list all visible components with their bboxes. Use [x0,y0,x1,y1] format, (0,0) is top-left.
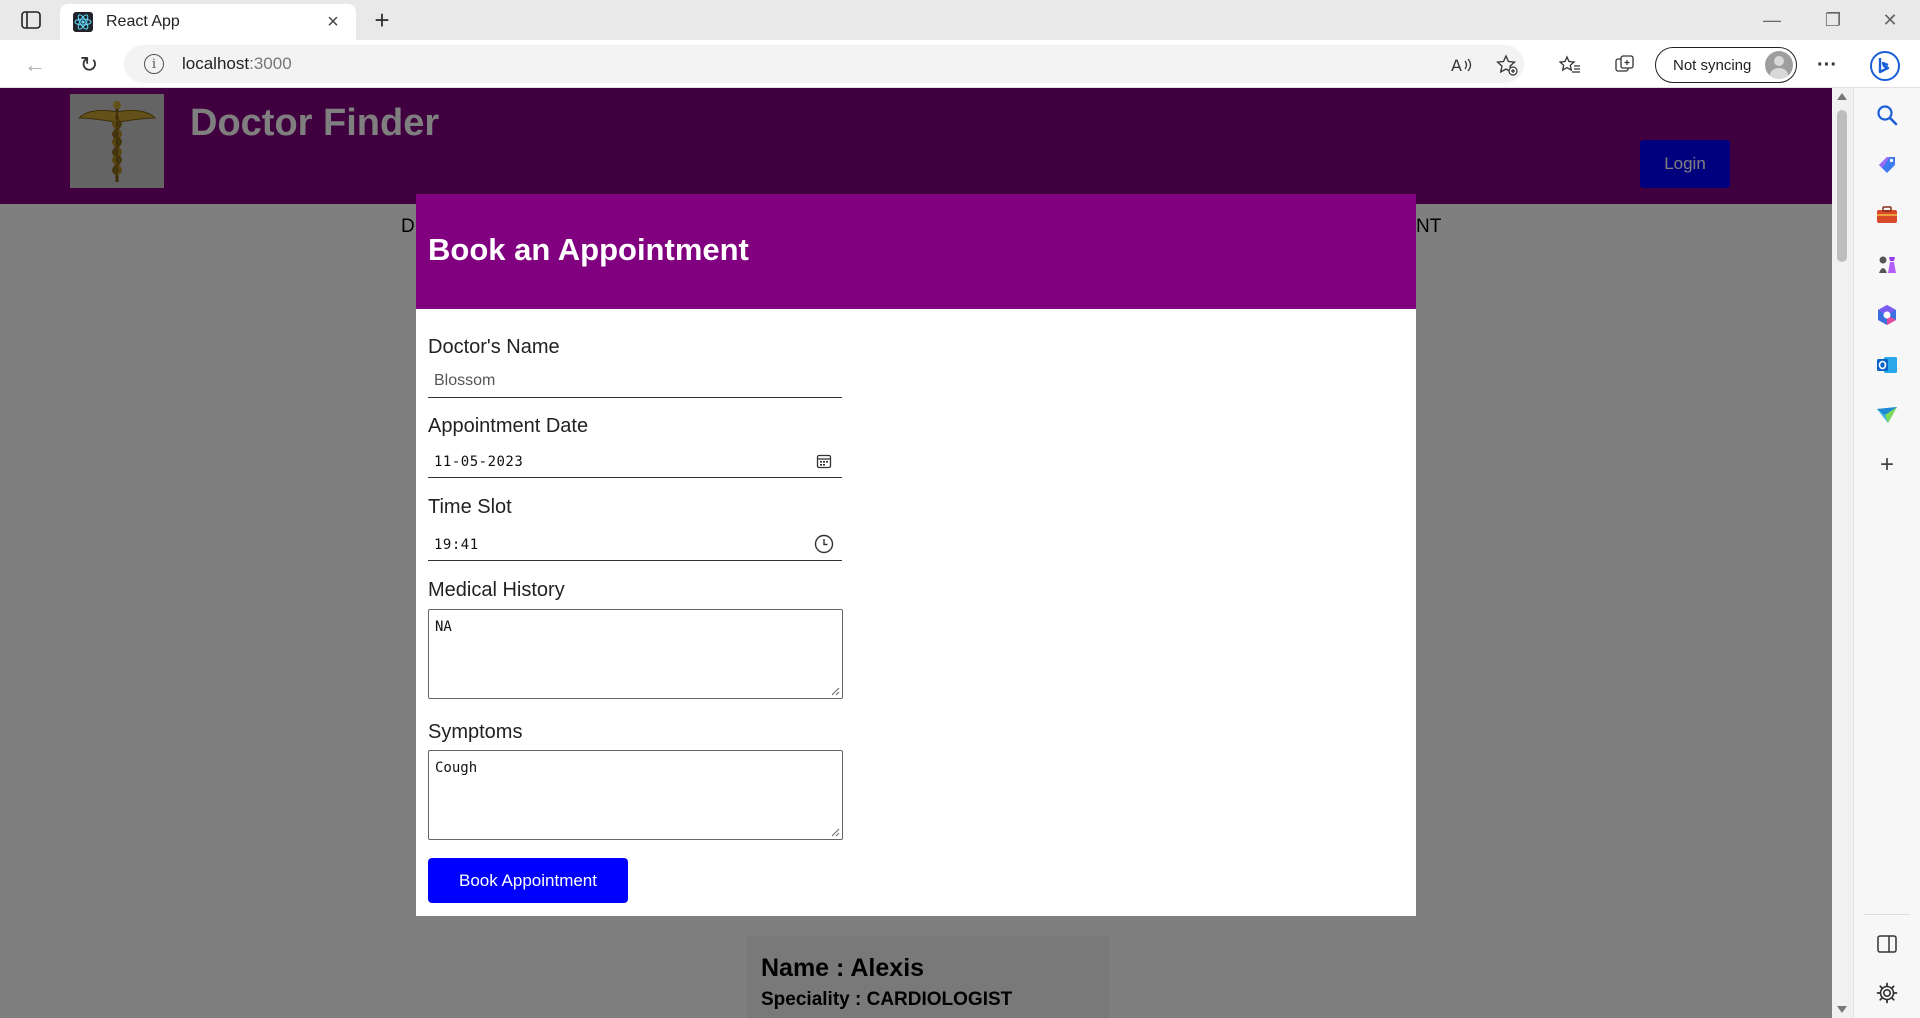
back-button[interactable]: ← [20,50,50,80]
medical-history-label: Medical History [428,579,565,601]
tab-title: React App [106,13,180,30]
games-chess-icon[interactable] [1874,252,1900,278]
page-scrollbar[interactable] [1832,88,1853,1018]
appointment-modal: Book an Appointment Doctor's Name Blosso… [416,194,1416,916]
time-slot-field[interactable]: 19:41 [428,526,842,561]
restore-button[interactable]: ❐ [1813,6,1853,34]
medical-history-textarea[interactable]: NA [428,609,843,699]
microsoft-365-icon[interactable] [1874,302,1900,328]
symptoms-value: Cough [435,760,478,776]
add-sidebar-app-icon[interactable]: + [1874,451,1900,478]
outlook-icon[interactable] [1874,352,1900,378]
sync-label: Not syncing [1673,56,1752,74]
collections-icon[interactable] [1610,50,1640,80]
scroll-thumb[interactable] [1837,110,1847,262]
reload-button[interactable]: ↻ [74,50,104,80]
svg-text:A: A [1451,56,1462,75]
scroll-up-icon[interactable] [1837,93,1847,100]
symptoms-label: Symptoms [428,721,523,743]
symptoms-textarea[interactable]: Cough [428,750,843,840]
minimize-button[interactable]: — [1752,6,1792,34]
appointment-date-value: 11-05-2023 [434,454,524,470]
close-window-button[interactable]: ✕ [1870,6,1910,34]
scroll-down-icon[interactable] [1837,1006,1847,1013]
doctor-name-label: Doctor's Name [428,336,560,358]
time-slot-label: Time Slot [428,496,512,518]
read-aloud-icon[interactable]: A [1447,50,1477,80]
time-slot-value: 19:41 [434,537,479,553]
new-tab-button[interactable]: + [368,6,396,34]
search-icon[interactable] [1874,102,1900,128]
book-appointment-button[interactable]: Book Appointment [428,858,628,903]
info-icon[interactable]: i [144,54,164,74]
tab-close-icon[interactable]: × [322,11,344,34]
profile-sync-button[interactable]: Not syncing [1655,47,1797,83]
add-favorite-icon[interactable] [1492,50,1522,80]
sidebar-divider [1864,914,1910,915]
avatar [1765,51,1793,79]
favorites-icon[interactable] [1555,50,1585,80]
settings-gear-icon[interactable] [1874,980,1900,1006]
resize-grip-icon[interactable] [830,686,840,696]
modal-title: Book an Appointment [428,232,749,267]
url-text: localhost:3000 [182,54,292,73]
calendar-icon[interactable] [814,451,834,471]
page-viewport: Doctor Finder Login D NT Name : Alexis S… [0,88,1832,1018]
appointment-date-field[interactable]: 11-05-2023 [428,443,842,478]
react-logo-icon [72,11,94,33]
clock-icon[interactable] [814,534,834,554]
more-menu-icon[interactable]: ··· [1812,50,1842,80]
send-drop-icon[interactable] [1874,402,1900,428]
resize-grip-icon[interactable] [830,827,840,837]
browser-tab[interactable]: React App × [60,4,356,40]
appointment-date-label: Appointment Date [428,415,589,437]
address-bar[interactable]: i localhost:3000 [124,45,1524,83]
edge-sidebar: + [1853,88,1920,1018]
bing-icon[interactable] [1865,46,1905,86]
doctor-name-field[interactable]: Blossom [428,363,842,398]
doctor-name-value: Blossom [434,372,496,389]
browser-tab-bar: React App × + — ❐ ✕ [0,0,1920,40]
modal-header: Book an Appointment [416,194,1416,309]
medical-history-value: NA [435,619,452,635]
browser-toolbar: ← ↻ i localhost:3000 A Not syncing ··· [0,40,1920,88]
shopping-tag-icon[interactable] [1874,152,1900,178]
sidebar-layout-icon[interactable] [1874,931,1900,957]
tools-briefcase-icon[interactable] [1874,202,1900,228]
tab-sidebar-icon[interactable] [14,8,48,32]
